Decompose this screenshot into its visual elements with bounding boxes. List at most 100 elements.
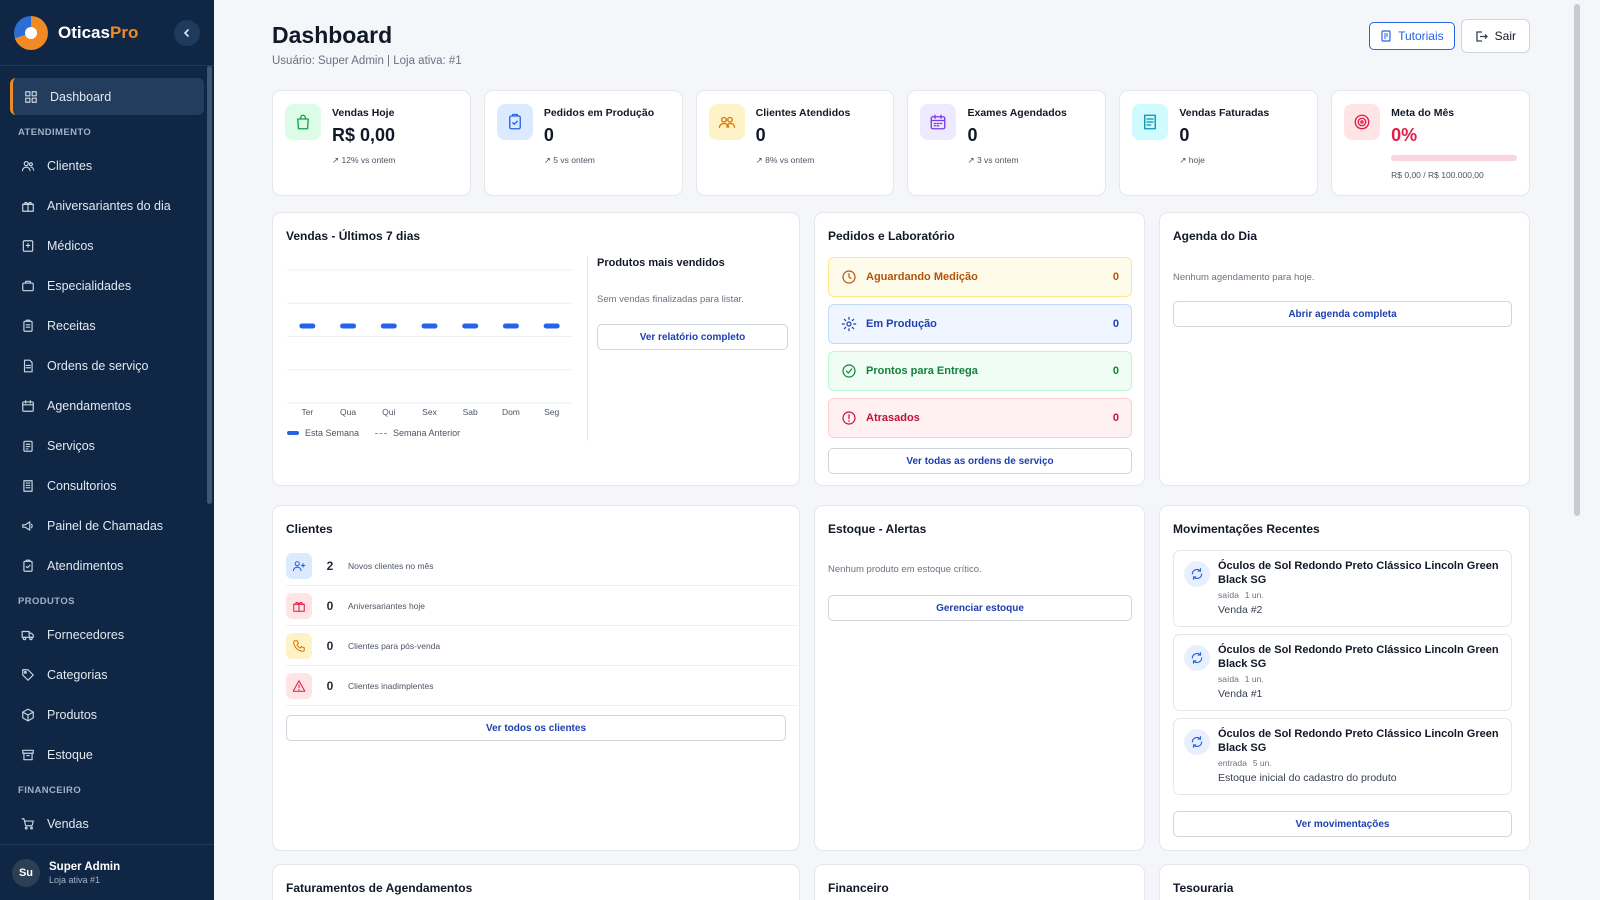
sidebar-item-m-dicos[interactable]: Médicos [10, 227, 204, 264]
kpi-icon-wrap [920, 104, 957, 140]
all-clients-button[interactable]: Ver todos os clientes [286, 715, 786, 741]
bar-sex[interactable] [421, 323, 438, 329]
main-content: Dashboard Usuário: Super Admin | Loja at… [214, 0, 1584, 900]
view-movements-button[interactable]: Ver movimentações [1173, 811, 1512, 837]
sidebar-item-estoque[interactable]: Estoque [10, 736, 204, 773]
grid-icon [25, 90, 37, 103]
chart-legend: Esta Semana Semana Anterior [287, 428, 460, 438]
status-icon-wrap [841, 410, 857, 426]
x-tick-label: Dom [502, 407, 520, 417]
sidebar-item-categorias[interactable]: Categorias [10, 656, 204, 693]
sidebar-item-receitas[interactable]: Receitas [10, 307, 204, 344]
sidebar-item-especialidades[interactable]: Especialidades [10, 267, 204, 304]
tutorials-button[interactable]: Tutoriais [1369, 22, 1455, 50]
box-icon [22, 708, 34, 721]
faturamentos-title: Faturamentos de Agendamentos [286, 881, 473, 895]
order-status-row[interactable]: Em Produção 0 [828, 304, 1132, 344]
sidebar-item-label: Produtos [47, 707, 98, 722]
client-stat-row[interactable]: 0 Clientes para pós-venda [286, 626, 798, 666]
clients-title: Clientes [286, 522, 333, 536]
movement-item[interactable]: Óculos de Sol Redondo Preto Clássico Lin… [1173, 634, 1512, 711]
sidebar-item-label: Fornecedores [47, 627, 125, 642]
page-header: Dashboard Usuário: Super Admin | Loja at… [272, 19, 1530, 72]
clipboard-list-icon [508, 113, 521, 130]
page-subtitle: Usuário: Super Admin | Loja ativa: #1 [272, 55, 462, 67]
order-status-row[interactable]: Atrasados 0 [828, 398, 1132, 438]
bar-ter[interactable] [299, 323, 316, 329]
sidebar-item-label: Receitas [47, 318, 96, 333]
open-agenda-button[interactable]: Abrir agenda completa [1173, 301, 1512, 327]
all-orders-button[interactable]: Ver todas as ordens de serviço [828, 448, 1132, 474]
sidebar-item-consultorios[interactable]: Consultorios [10, 467, 204, 504]
truck-icon [21, 630, 34, 640]
sidebar-item-label: Painel de Chamadas [47, 518, 164, 533]
order-status-row[interactable]: Prontos para Entrega 0 [828, 351, 1132, 391]
sidebar-item-fornecedores[interactable]: Fornecedores [10, 616, 204, 653]
users-icon-wrap [20, 158, 36, 174]
sidebar-scrollbar[interactable] [207, 66, 212, 504]
sidebar-item-dashboard[interactable]: Dashboard [10, 78, 204, 115]
bar-qua[interactable] [340, 323, 357, 329]
logout-button[interactable]: Sair [1460, 19, 1530, 53]
kpi-card: Pedidos em Produção 0 ↗ 5 vs ontem [483, 90, 683, 196]
page-title: Dashboard [272, 22, 393, 48]
sidebar-item-label: Estoque [47, 747, 93, 762]
stock-title: Estoque - Alertas [828, 522, 927, 536]
movements-title: Movimentações Recentes [1173, 522, 1320, 536]
kpi-icon-wrap [1132, 104, 1169, 140]
sidebar-item-vendas[interactable]: Vendas [10, 805, 204, 842]
doctor-icon [22, 239, 34, 252]
sidebar-item-produtos[interactable]: Produtos [10, 696, 204, 733]
kpi-icon-wrap [1344, 104, 1381, 140]
order-status-label: Prontos para Entrega [866, 365, 978, 377]
bar-sab[interactable] [462, 323, 479, 329]
brand-name-part1: Oticas [58, 22, 110, 42]
bar-dom[interactable] [502, 323, 519, 329]
sidebar-item-label: Especialidades [47, 278, 132, 293]
phone-icon [293, 639, 305, 652]
calendar-icon [22, 399, 34, 412]
client-stat-row[interactable]: 0 Clientes inadimplentes [286, 666, 798, 706]
client-stat-row[interactable]: 2 Novos clientes no mês [286, 546, 798, 586]
client-stat-icon-wrap [286, 672, 312, 699]
client-stat-row[interactable]: 0 Aniversariantes hoje [286, 586, 798, 626]
sidebar-item-clientes[interactable]: Clientes [10, 147, 204, 184]
status-icon-wrap [841, 316, 857, 332]
report-button[interactable]: Ver relatório completo [597, 324, 788, 350]
tag-icon [22, 668, 34, 681]
refresh-icon [1191, 568, 1203, 580]
order-status-row[interactable]: Aguardando Medição 0 [828, 257, 1132, 297]
kpi-card: Clientes Atendidos 0 ↗ 8% vs ontem [695, 90, 895, 196]
tesouraria-card: Tesouraria [1159, 864, 1530, 900]
agenda-empty: Nenhum agendamento para hoje. [1173, 272, 1315, 283]
sidebar-item-servi-os[interactable]: Serviços [10, 427, 204, 464]
sidebar-item-aniversariantes-do-dia[interactable]: Aniversariantes do dia [10, 187, 204, 224]
kpi-card: Vendas Hoje R$ 0,00 ↗ 12% vs ontem [272, 90, 471, 196]
x-tick-label: Ter [301, 407, 313, 417]
kpi-trend: ↗ 3 vs ontem [967, 155, 1019, 165]
movement-title: Óculos de Sol Redondo Preto Clássico Lin… [1218, 560, 1499, 586]
manage-stock-button[interactable]: Gerenciar estoque [828, 595, 1132, 621]
bar-qui[interactable] [380, 323, 397, 329]
collapse-sidebar-button[interactable] [174, 19, 200, 46]
faturamentos-card: Faturamentos de Agendamentos [272, 864, 800, 900]
sidebar-item-ordens-de-servi-o[interactable]: Ordens de serviço [10, 347, 204, 384]
kpi-card: Vendas Faturadas 0 ↗ hoje [1119, 90, 1319, 196]
bar-seg[interactable] [543, 323, 560, 329]
sidebar-item-agendamentos[interactable]: Agendamentos [10, 387, 204, 424]
movement-item[interactable]: Óculos de Sol Redondo Preto Clássico Lin… [1173, 550, 1512, 627]
refresh-icon [1191, 652, 1203, 664]
briefcase-icon [22, 280, 34, 291]
page-scrollbar[interactable] [1574, 4, 1580, 516]
brand-name-part2: Pro [109, 22, 139, 42]
user-group-icon [718, 116, 735, 128]
sidebar-item-painel-de-chamadas[interactable]: Painel de Chamadas [10, 507, 204, 544]
sidebar-item-label: Vendas [47, 816, 89, 831]
user-store: Loja ativa #1 [49, 874, 101, 885]
movement-item[interactable]: Óculos de Sol Redondo Preto Clássico Lin… [1173, 718, 1512, 795]
sidebar-user[interactable]: Su Super Admin Loja ativa #1 [0, 844, 214, 900]
tag-icon-wrap [20, 667, 36, 683]
client-stat-value: 0 [326, 638, 334, 653]
sidebar-item-atendimentos[interactable]: Atendimentos [10, 547, 204, 584]
grid-icon-wrap [23, 89, 39, 105]
